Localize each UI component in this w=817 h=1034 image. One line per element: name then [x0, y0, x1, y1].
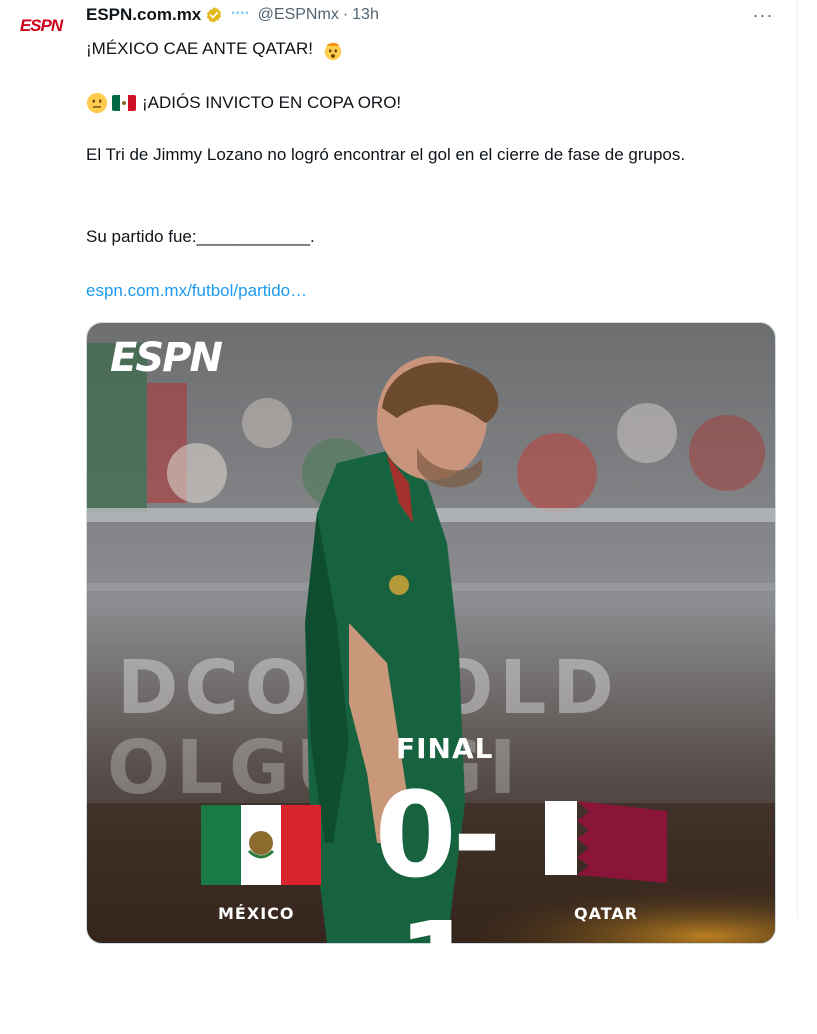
- mexico-flag-icon: [112, 94, 136, 111]
- neutral-face-icon: [86, 92, 108, 113]
- timestamp[interactable]: 13h: [352, 6, 379, 24]
- handle[interactable]: @ESPNmx: [258, 6, 339, 24]
- avatar[interactable]: ESPN: [14, 12, 68, 40]
- tweet-header: ESPN.com.mx °°°° @ESPNmx · 13h: [86, 4, 379, 26]
- display-name[interactable]: ESPN.com.mx: [86, 5, 201, 25]
- tweet-line-3: El Tri de Jimmy Lozano no logró encontra…: [86, 145, 686, 164]
- timeline-border: [797, 0, 798, 918]
- home-team-label: MÉXICO: [218, 904, 295, 923]
- match-status: FINAL: [396, 732, 494, 765]
- away-team-label: QATAR: [574, 904, 639, 923]
- tweet-line-4: Su partido fue:____________.: [86, 227, 315, 246]
- match-score: 0-1: [374, 766, 501, 1034]
- tweet-link[interactable]: espn.com.mx/futbol/partido…: [86, 278, 307, 303]
- qatar-flag-large: [545, 801, 667, 883]
- headline-text: ¡MÉXICO CAE ANTE QATAR!: [86, 39, 314, 58]
- verified-badge-icon: [207, 7, 222, 23]
- subheadline-text: ¡ADIÓS INVICTO EN COPA ORO!: [142, 93, 402, 112]
- affiliate-badge: °°°°: [231, 10, 250, 20]
- tweet-line-1: ¡MÉXICO CAE ANTE QATAR!: [86, 36, 344, 61]
- avatar-logo: ESPN: [19, 16, 63, 35]
- svg-text:ESPN: ESPN: [110, 338, 222, 378]
- espn-logo: ESPN: [110, 338, 224, 378]
- tweet-line-2: ¡ADIÓS INVICTO EN COPA ORO!: [86, 90, 401, 115]
- more-icon[interactable]: ···: [748, 5, 778, 25]
- separator: ·: [342, 6, 349, 23]
- tweet[interactable]: ESPN ESPN.com.mx °°°° @ESPNmx · 13h ··· …: [0, 0, 797, 1030]
- exploding-head-icon: [324, 42, 341, 60]
- mexico-flag-large: [201, 805, 321, 885]
